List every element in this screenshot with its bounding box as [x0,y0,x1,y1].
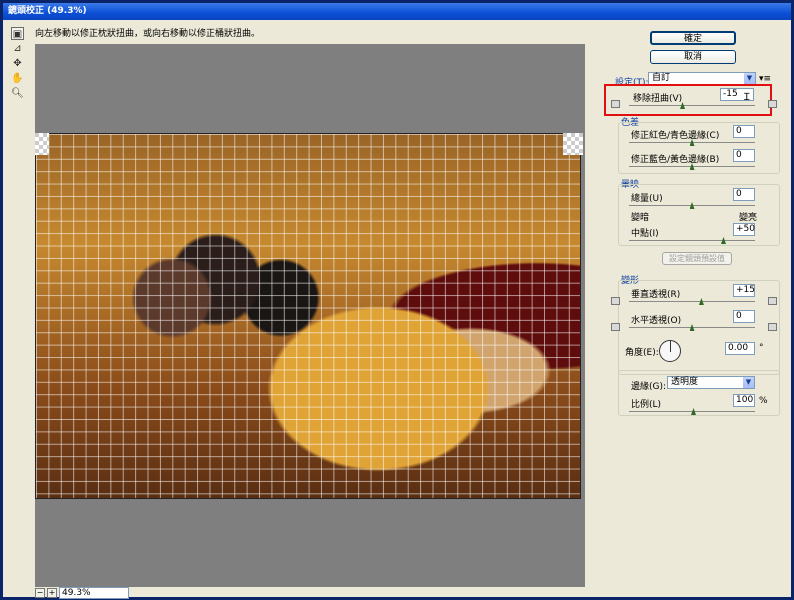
zoom-out-button[interactable]: − [35,588,45,598]
horizontal-perspective-slider[interactable] [629,324,755,331]
settings-value: 自訂 [652,73,671,83]
preview-canvas[interactable] [35,44,585,587]
status-bar: − + 49.3% [35,587,585,600]
ok-button[interactable]: 確定 [650,31,736,45]
edge-label: 邊緣(G): [631,382,667,392]
scale-field[interactable]: 100 [733,394,755,407]
remove-distortion-tool-icon[interactable]: ▣ [11,27,24,40]
pincushion-icon [611,100,620,108]
midpoint-slider[interactable] [629,237,755,244]
degree-unit: ° [759,343,764,353]
vertical-perspective-field[interactable]: +15 [733,284,755,297]
angle-dial-icon[interactable] [659,340,681,362]
blue-yellow-label: 修正藍色/黃色邊緣(B) [631,155,720,165]
edge-dropdown[interactable]: 透明度 ▼ [667,376,755,389]
horizontal-perspective-field[interactable]: 0 [733,310,755,323]
preview-photo [35,133,581,499]
lens-correction-dialog: 鏡頭校正 (49.3%) ▣ ⊿ ✥ ✋ 🔍︎ 向左移動以修正枕狀扭曲，或向右移… [0,0,794,600]
angle-field[interactable]: 0.00 [725,342,755,355]
darken-label: 變暗 [631,213,650,223]
settings-panel: 確定 取消 設定(T): 自訂 ▼ ▾≡ 移除扭曲(V) -15 Ɪ 色差 修正… [593,23,793,593]
move-grid-tool-icon[interactable]: ✥ [11,57,24,70]
percent-unit: % [759,396,768,406]
blue-yellow-slider[interactable] [629,163,755,170]
zoom-tool-icon[interactable]: 🔍︎ [11,87,24,100]
midpoint-label: 中點(I) [631,229,659,239]
vertical-perspective-left-icon [611,297,620,305]
red-cyan-field[interactable]: 0 [733,125,755,138]
angle-label: 角度(E): [625,348,659,358]
scale-label: 比例(L) [631,400,662,410]
transparent-area [35,133,49,155]
vertical-perspective-right-icon [768,297,777,305]
midpoint-field[interactable]: +50 [733,223,755,236]
zoom-in-button[interactable]: + [47,588,57,598]
chevron-down-icon: ▼ [743,377,754,388]
tool-hint: 向左移動以修正枕狀扭曲，或向右移動以修正桶狀扭曲。 [35,29,261,39]
alignment-grid [36,134,580,498]
amount-label: 總量(U) [631,194,663,204]
barrel-icon [768,100,777,108]
blue-yellow-field[interactable]: 0 [733,149,755,162]
zoom-level[interactable]: 49.3% [59,587,129,599]
horizontal-perspective-left-icon [611,323,620,331]
window-title: 鏡頭校正 (49.3%) [8,6,87,16]
title-bar: 鏡頭校正 (49.3%) [3,3,791,20]
settings-menu-icon[interactable]: ▾≡ [759,74,771,84]
cancel-button[interactable]: 取消 [650,50,736,64]
hand-tool-icon[interactable]: ✋ [11,72,24,85]
amount-field[interactable]: 0 [733,188,755,201]
edge-value: 透明度 [671,377,699,387]
vertical-perspective-label: 垂直透視(R) [631,290,681,300]
red-cyan-label: 修正紅色/青色邊緣(C) [631,131,720,141]
horizontal-perspective-label: 水平透視(O) [631,316,682,326]
horizontal-perspective-right-icon [768,323,777,331]
chevron-down-icon: ▼ [744,73,755,84]
remove-distortion-slider[interactable] [629,102,755,109]
tool-bar: ▣ ⊿ ✥ ✋ 🔍︎ [6,23,28,593]
red-cyan-slider[interactable] [629,139,755,146]
amount-slider[interactable] [629,202,755,209]
vertical-perspective-slider[interactable] [629,298,755,305]
remove-distortion-label: 移除扭曲(V) [633,94,683,104]
scale-slider[interactable] [629,408,755,415]
text-cursor-icon: Ɪ [744,92,750,103]
lighten-label: 變亮 [739,213,758,223]
set-lens-default-button[interactable]: 設定鏡頭預設值 [662,252,732,265]
transparent-area [563,133,583,155]
straighten-tool-icon[interactable]: ⊿ [11,42,24,55]
